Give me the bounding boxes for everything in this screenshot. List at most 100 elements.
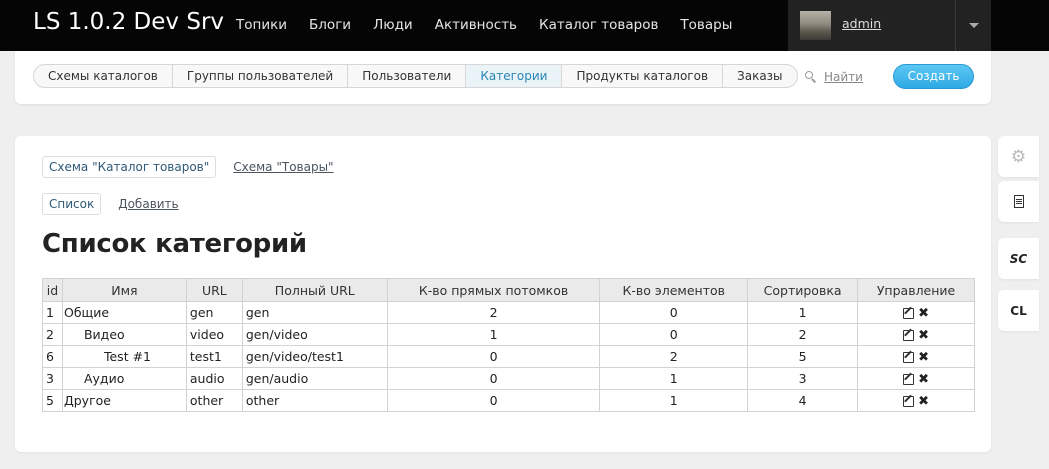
categories-table: id Имя URL Полный URL К-во прямых потомк… [42, 278, 975, 412]
scheme-goods-link[interactable]: Схема "Товары" [233, 160, 333, 174]
search-link[interactable]: Найти [824, 70, 863, 84]
col-elements: К-во элементов [599, 278, 749, 302]
nav-catalog[interactable]: Каталог товаров [539, 17, 658, 33]
delete-icon[interactable]: ✖ [918, 351, 929, 364]
cell-children: 0 [386, 389, 601, 412]
scheme-catalog-link[interactable]: Схема "Каталог товаров" [42, 156, 217, 178]
cell-sort: 2 [747, 323, 859, 346]
settings-widget[interactable]: ⚙ [998, 136, 1039, 177]
cell-name: Аудио [61, 367, 187, 390]
cell-url: gen [185, 301, 243, 324]
cell-sort: 1 [747, 301, 859, 324]
cell-actions: ✖ [857, 301, 975, 324]
col-name: Имя [61, 278, 187, 302]
cell-url: test1 [185, 345, 243, 368]
cell-name: Test #1 [61, 345, 187, 368]
cell-full-url: other [241, 389, 388, 412]
cell-children: 1 [386, 323, 601, 346]
content-panel: Схема "Каталог товаров" Схема "Товары" С… [15, 136, 991, 452]
cell-actions: ✖ [857, 389, 975, 412]
table-row: 1 Общие gen gen 2 0 1 ✖ [42, 301, 975, 324]
sc-widget[interactable]: SC [998, 238, 1039, 279]
tab-catalog-schemes[interactable]: Схемы каталогов [34, 65, 173, 87]
cell-actions: ✖ [857, 323, 975, 346]
nav-activity[interactable]: Активность [435, 17, 517, 33]
create-button[interactable]: Создать [893, 64, 974, 89]
delete-icon[interactable]: ✖ [918, 307, 929, 320]
admin-tabs: Схемы каталогов Группы пользователей Пол… [33, 64, 798, 88]
cell-name: Видео [61, 323, 187, 346]
tab-user-groups[interactable]: Группы пользователей [173, 65, 349, 87]
cell-url: audio [185, 367, 243, 390]
nav-goods[interactable]: Товары [680, 17, 732, 33]
scheme-switcher: Схема "Каталог товаров" Схема "Товары" [42, 156, 334, 178]
delete-icon[interactable]: ✖ [918, 373, 929, 386]
add-link[interactable]: Добавить [118, 197, 178, 211]
main-nav: Топики Блоги Люди Активность Каталог тов… [236, 17, 754, 33]
table-row: 5 Другое other other 0 1 4 ✖ [42, 389, 975, 412]
delete-icon[interactable]: ✖ [918, 395, 929, 408]
col-id: id [42, 278, 63, 302]
cell-id: 5 [42, 389, 63, 412]
cell-id: 2 [42, 323, 63, 346]
edit-icon[interactable] [903, 374, 915, 385]
cell-actions: ✖ [857, 345, 975, 368]
cell-elements: 0 [599, 301, 749, 324]
delete-icon[interactable]: ✖ [918, 329, 929, 342]
divider [955, 0, 956, 51]
top-bar: LS 1.0.2 Dev Srv Топики Блоги Люди Актив… [0, 0, 1049, 51]
col-children: К-во прямых потомков [386, 278, 601, 302]
cell-children: 0 [386, 367, 601, 390]
chevron-down-icon[interactable] [969, 23, 979, 28]
col-sort: Сортировка [747, 278, 859, 302]
cell-id: 6 [42, 345, 63, 368]
col-url: URL [185, 278, 243, 302]
nav-people[interactable]: Люди [373, 17, 413, 33]
cell-sort: 4 [747, 389, 859, 412]
admin-toolbar: Схемы каталогов Группы пользователей Пол… [15, 51, 991, 104]
cell-children: 2 [386, 301, 601, 324]
gear-icon: ⚙ [1010, 146, 1027, 167]
table-row: 2 Видео video gen/video 1 0 2 ✖ [42, 323, 975, 346]
list-link[interactable]: Список [42, 193, 102, 215]
table-row: 3 Аудио audio gen/audio 0 1 3 ✖ [42, 367, 975, 390]
edit-icon[interactable] [903, 352, 915, 363]
nav-topics[interactable]: Топики [236, 17, 287, 33]
cell-children: 0 [386, 345, 601, 368]
user-menu: admin [788, 0, 991, 51]
document-widget[interactable] [998, 181, 1039, 222]
tab-categories[interactable]: Категории [466, 65, 563, 87]
tab-orders[interactable]: Заказы [723, 65, 797, 87]
col-full-url: Полный URL [241, 278, 388, 302]
cell-sort: 5 [747, 345, 859, 368]
cell-name: Другое [61, 389, 187, 412]
cl-widget[interactable]: CL [998, 290, 1039, 331]
cell-full-url: gen/video [241, 323, 388, 346]
search-control[interactable]: Найти [805, 70, 863, 84]
cell-id: 3 [42, 367, 63, 390]
cell-full-url: gen/audio [241, 367, 388, 390]
cell-url: video [185, 323, 243, 346]
sub-actions: Список Добавить [42, 193, 179, 215]
cell-elements: 1 [599, 389, 749, 412]
username-link[interactable]: admin [842, 16, 881, 31]
search-icon [805, 71, 817, 83]
edit-icon[interactable] [903, 308, 915, 319]
site-brand[interactable]: LS 1.0.2 Dev Srv [33, 9, 224, 35]
cell-name: Общие [61, 301, 187, 324]
nav-blogs[interactable]: Блоги [309, 17, 351, 33]
table-header-row: id Имя URL Полный URL К-во прямых потомк… [42, 278, 975, 302]
document-icon [1013, 195, 1024, 208]
cell-sort: 3 [747, 367, 859, 390]
edit-icon[interactable] [903, 396, 915, 407]
cell-full-url: gen/video/test1 [241, 345, 388, 368]
avatar[interactable] [800, 11, 831, 40]
tab-catalog-products[interactable]: Продукты каталогов [562, 65, 724, 87]
table-row: 6 Test #1 test1 gen/video/test1 0 2 5 ✖ [42, 345, 975, 368]
cell-elements: 1 [599, 367, 749, 390]
cell-full-url: gen [241, 301, 388, 324]
cell-elements: 0 [599, 323, 749, 346]
edit-icon[interactable] [903, 330, 915, 341]
cell-id: 1 [42, 301, 63, 324]
tab-users[interactable]: Пользователи [348, 65, 467, 87]
